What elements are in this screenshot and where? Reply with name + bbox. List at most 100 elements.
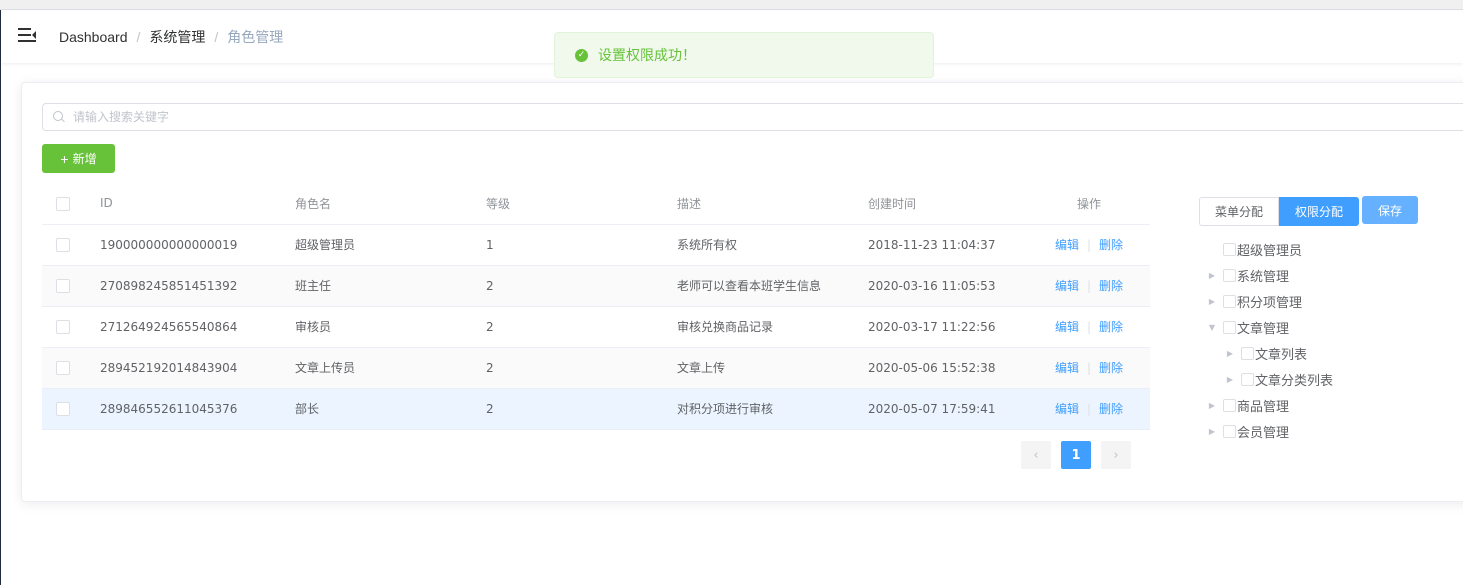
tree-node-checkbox[interactable] [1223,242,1236,256]
cell-name: 部长 [295,388,486,430]
tree-node[interactable]: ▶ 系统管理 [1205,262,1333,288]
delete-link[interactable]: 删除 [1099,279,1123,293]
delete-link[interactable]: 删除 [1099,320,1123,334]
cell-id: 271264924565540864 [100,306,295,348]
tree-node[interactable]: ▶ 文章分类列表 [1205,366,1333,392]
roles-card: + 新增 ID 角色名 等级 描述 创建时间 操作 19000000000000… [21,82,1463,502]
add-role-button[interactable]: + 新增 [42,144,115,173]
select-all-checkbox[interactable] [56,196,70,211]
tree-node-checkbox[interactable] [1223,320,1236,334]
row-checkbox[interactable] [56,401,70,416]
table-row[interactable]: 190000000000000019 超级管理员 1 系统所有权 2018-11-23 … [42,224,1150,266]
tree-node[interactable]: 超级管理员 [1205,236,1333,262]
op-separator: | [1086,238,1092,252]
delete-link[interactable]: 删除 [1099,238,1123,252]
cell-ops: 编辑 | 删除 [1028,265,1150,307]
cell-desc: 老师可以查看本班学生信息 [677,265,868,307]
save-button[interactable]: 保存 [1362,196,1418,224]
page-number-button[interactable]: 1 [1061,441,1091,469]
tree-node-checkbox[interactable] [1241,372,1254,386]
select-all-cell [42,183,100,225]
row-select-cell [42,347,100,389]
row-select-cell [42,224,100,266]
browser-top-strip [0,0,1463,10]
edit-link[interactable]: 编辑 [1055,238,1079,252]
table-row[interactable]: 289452192014843904 文章上传员 2 文章上传 2020-05-06 1… [42,347,1150,389]
tree-node[interactable]: ▶ 文章列表 [1205,340,1333,366]
tree-node[interactable]: ▶ 积分项管理 [1205,288,1333,314]
next-page-button[interactable]: › [1101,441,1131,469]
breadcrumb-separator: / [214,29,219,45]
edit-link[interactable]: 编辑 [1055,402,1079,416]
caret-right-icon[interactable]: ▶ [1205,425,1219,437]
success-check-icon: ✓ [575,48,588,62]
cell-id: 289846552611045376 [100,388,295,430]
search-box[interactable] [42,103,1463,131]
search-icon [53,111,65,123]
cell-created: 2020-03-17 11:22:56 [868,306,1028,348]
caret-right-icon[interactable]: ▶ [1223,347,1237,359]
breadcrumb: Dashboard / 系统管理 / 角色管理 [59,28,283,46]
tree-node-label: 文章管理 [1237,321,1290,337]
caret-down-icon[interactable]: ▼ [1205,321,1219,333]
sidebar-edge [0,10,1,585]
breadcrumb-dashboard[interactable]: Dashboard [59,29,128,45]
caret-right-icon[interactable]: ▶ [1205,399,1219,411]
cell-name: 超级管理员 [295,224,486,266]
delete-link[interactable]: 删除 [1099,402,1123,416]
hamburger-menu-icon[interactable] [18,28,36,42]
cell-desc: 系统所有权 [677,224,868,266]
tree-node[interactable]: ▶ 商品管理 [1205,392,1333,418]
row-checkbox[interactable] [56,319,70,334]
cell-desc: 审核兑换商品记录 [677,306,868,348]
add-role-label: 新增 [72,152,97,166]
table-row[interactable]: 270898245851451392 班主任 2 老师可以查看本班学生信息 2020-0… [42,265,1150,307]
cell-ops: 编辑 | 删除 [1028,306,1150,348]
row-checkbox[interactable] [56,278,70,293]
caret-right-icon[interactable]: ▶ [1205,269,1219,281]
tree-node-checkbox[interactable] [1241,346,1254,360]
col-header-ops: 操作 [1028,183,1150,225]
tree-node[interactable]: ▶ 会员管理 [1205,418,1333,444]
toast-message: 设置权限成功！ [598,48,696,64]
tree-node-checkbox[interactable] [1223,268,1236,282]
delete-link[interactable]: 删除 [1099,361,1123,375]
cell-level: 2 [486,265,677,307]
row-checkbox[interactable] [56,360,70,375]
col-header-id: ID [100,183,295,225]
pagination: ‹ 1 › [1021,441,1131,469]
cell-level: 2 [486,347,677,389]
table-header-row: ID 角色名 等级 描述 创建时间 操作 [42,183,1150,225]
success-toast: ✓ 设置权限成功！ [554,32,934,78]
cell-created: 2020-05-06 15:52:38 [868,347,1028,389]
tab-menu-assign[interactable]: 菜单分配 [1199,197,1280,226]
caret-right-icon[interactable]: ▶ [1223,373,1237,385]
tree-node-label: 会员管理 [1237,425,1290,441]
cell-ops: 编辑 | 删除 [1028,388,1150,430]
tree-node-checkbox[interactable] [1223,398,1236,412]
edit-link[interactable]: 编辑 [1055,279,1079,293]
col-header-level: 等级 [486,183,677,225]
search-input[interactable] [73,110,1453,124]
tree-node[interactable]: ▼ 文章管理 [1205,314,1333,340]
breadcrumb-current: 角色管理 [227,29,284,45]
plus-icon: + [60,150,69,167]
edit-link[interactable]: 编辑 [1055,361,1079,375]
table-row[interactable]: 271264924565540864 审核员 2 审核兑换商品记录 2020-03-17… [42,306,1150,348]
roles-table: ID 角色名 等级 描述 创建时间 操作 190000000000000019 超… [42,183,1150,430]
tab-permission-assign[interactable]: 权限分配 [1279,197,1360,226]
caret-right-icon[interactable] [1205,243,1219,255]
cell-name: 班主任 [295,265,486,307]
row-checkbox[interactable] [56,237,70,252]
caret-right-icon[interactable]: ▶ [1205,295,1219,307]
table-row[interactable]: 289846552611045376 部长 2 对积分项进行审核 2020-05-07 … [42,388,1150,430]
prev-page-button[interactable]: ‹ [1021,441,1051,469]
cell-ops: 编辑 | 删除 [1028,224,1150,266]
row-select-cell [42,306,100,348]
cell-desc: 文章上传 [677,347,868,389]
cell-ops: 编辑 | 删除 [1028,347,1150,389]
tree-node-checkbox[interactable] [1223,294,1236,308]
edit-link[interactable]: 编辑 [1055,320,1079,334]
tree-node-checkbox[interactable] [1223,424,1236,438]
breadcrumb-system[interactable]: 系统管理 [149,29,205,45]
